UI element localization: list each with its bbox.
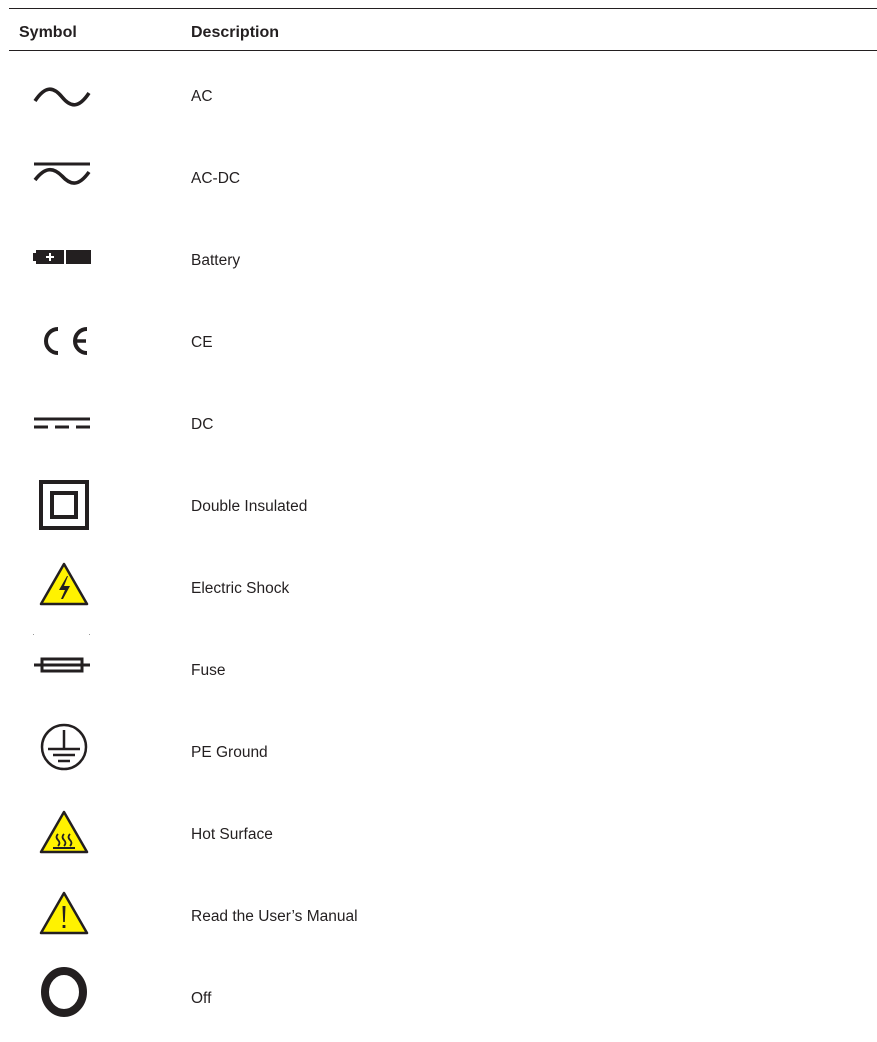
table-row: Battery: [9, 222, 877, 304]
table-row: Off: [9, 960, 877, 1042]
row-description: AC-DC: [191, 170, 241, 187]
column-header-description: Description: [191, 24, 280, 41]
row-description: DC: [191, 416, 214, 433]
row-description: Hot Surface: [191, 826, 273, 843]
row-description: Fuse: [191, 662, 226, 679]
ce-mark-icon: [44, 327, 88, 355]
row-description: Off: [191, 990, 212, 1007]
fuse-icon: [33, 634, 90, 673]
off-circle-icon: [41, 967, 87, 1017]
table-header-rule: [9, 50, 877, 51]
ac-dc-icon: [33, 162, 91, 185]
row-description: AC: [191, 88, 213, 105]
double-insulated-icon: [39, 480, 89, 530]
table-row: Hot Surface: [9, 796, 877, 878]
table-row: AC: [9, 58, 877, 140]
dc-icon: [34, 417, 90, 429]
ac-wave-icon: [33, 87, 91, 107]
table-row: Read the User’s Manual: [9, 878, 877, 960]
table-row: Double Insulated: [9, 468, 877, 550]
table-row: DC: [9, 386, 877, 468]
row-description: Read the User’s Manual: [191, 908, 358, 925]
row-description: Electric Shock: [191, 580, 290, 597]
table-row: Electric Shock: [9, 550, 877, 632]
column-header-symbol: Symbol: [19, 24, 77, 41]
pe-ground-icon: [40, 723, 88, 771]
table-row: AC-DC: [9, 140, 877, 222]
row-description: Battery: [191, 252, 241, 269]
caution-warning-icon: [39, 891, 89, 935]
row-description: Double Insulated: [191, 498, 308, 515]
table-row: CE: [9, 304, 877, 386]
row-description: CE: [191, 334, 213, 351]
electric-shock-warning-icon: [39, 562, 89, 606]
table-row: Fuse: [9, 632, 877, 714]
battery-icon: [33, 250, 91, 264]
row-description: PE Ground: [191, 744, 268, 761]
table-row: PE Ground: [9, 714, 877, 796]
table-top-rule: [9, 8, 877, 9]
hot-surface-warning-icon: [39, 810, 89, 854]
